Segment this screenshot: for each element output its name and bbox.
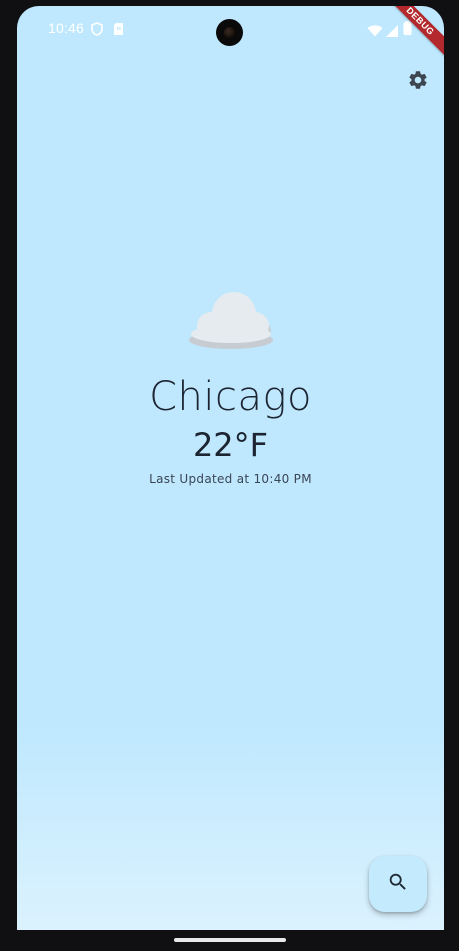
- app-screen: 10:46 DEBUG Chicago 22°F Last Updated at…: [17, 6, 444, 930]
- weather-summary: Chicago 22°F Last Updated at 10:40 PM: [17, 286, 444, 486]
- gear-icon: [407, 69, 429, 95]
- sim-card-icon: [113, 21, 124, 40]
- last-updated-text: Last Updated at 10:40 PM: [149, 472, 312, 486]
- search-button[interactable]: [369, 856, 427, 912]
- device-frame: 10:46 DEBUG Chicago 22°F Last Updated at…: [0, 0, 459, 951]
- search-icon: [387, 871, 409, 897]
- front-camera: [216, 19, 243, 46]
- status-time: 10:46: [48, 20, 85, 36]
- status-bar: 10:46: [17, 6, 444, 52]
- camera-lens: [224, 27, 235, 38]
- signal-icon: [386, 22, 399, 41]
- cloud-icon: [17, 286, 444, 352]
- battery-icon: [403, 20, 412, 39]
- settings-button[interactable]: [404, 68, 432, 96]
- wifi-icon: [367, 22, 383, 41]
- temperature: 22°F: [192, 426, 269, 464]
- shield-icon: [91, 21, 103, 40]
- city-name: Chicago: [149, 374, 312, 420]
- gesture-nav-handle[interactable]: [174, 938, 286, 942]
